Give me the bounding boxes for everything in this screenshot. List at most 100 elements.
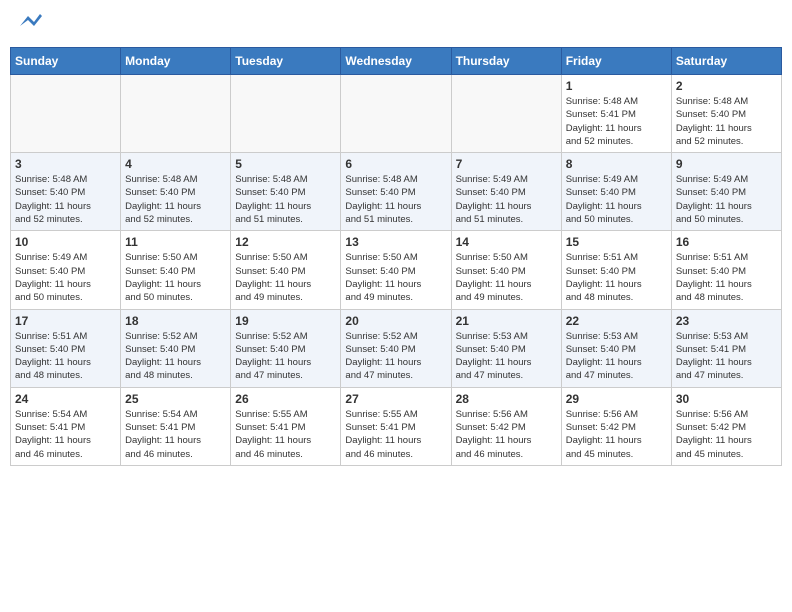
calendar-cell: 16 Sunrise: 5:51 AMSunset: 5:40 PMDayligh… — [671, 231, 781, 309]
day-info: Sunrise: 5:50 AMSunset: 5:40 PMDaylight:… — [345, 251, 446, 304]
day-number: 9 — [676, 157, 777, 171]
day-info: Sunrise: 5:56 AMSunset: 5:42 PMDaylight:… — [456, 408, 557, 461]
calendar-cell: 25 Sunrise: 5:54 AMSunset: 5:41 PMDayligh… — [121, 387, 231, 465]
day-number: 17 — [15, 314, 116, 328]
day-info: Sunrise: 5:51 AMSunset: 5:40 PMDaylight:… — [676, 251, 777, 304]
day-number: 30 — [676, 392, 777, 406]
day-info: Sunrise: 5:51 AMSunset: 5:40 PMDaylight:… — [15, 330, 116, 383]
calendar-table: SundayMondayTuesdayWednesdayThursdayFrid… — [10, 47, 782, 466]
calendar-header-row: SundayMondayTuesdayWednesdayThursdayFrid… — [11, 48, 782, 75]
col-header-sunday: Sunday — [11, 48, 121, 75]
calendar-cell: 24Sunrise: 5:54 AMSunset: 5:41 PMDayligh… — [11, 387, 121, 465]
day-info: Sunrise: 5:51 AMSunset: 5:40 PMDaylight:… — [566, 251, 667, 304]
day-number: 29 — [566, 392, 667, 406]
day-number: 19 — [235, 314, 336, 328]
day-info: Sunrise: 5:52 AMSunset: 5:40 PMDaylight:… — [125, 330, 226, 383]
col-header-wednesday: Wednesday — [341, 48, 451, 75]
calendar-cell: 7Sunrise: 5:49 AMSunset: 5:40 PMDaylight… — [451, 153, 561, 231]
calendar-cell: 3 Sunrise: 5:48 AMSunset: 5:40 PMDaylight… — [11, 153, 121, 231]
day-number: 5 — [235, 157, 336, 171]
calendar-week-row: 3 Sunrise: 5:48 AMSunset: 5:40 PMDaylight… — [11, 153, 782, 231]
day-info: Sunrise: 5:53 AMSunset: 5:41 PMDaylight:… — [676, 330, 777, 383]
calendar-cell: 27 Sunrise: 5:55 AMSunset: 5:41 PMDayligh… — [341, 387, 451, 465]
calendar-cell: 20 Sunrise: 5:52 AMSunset: 5:40 PMDayligh… — [341, 309, 451, 387]
day-number: 28 — [456, 392, 557, 406]
calendar-cell: 17 Sunrise: 5:51 AMSunset: 5:40 PMDayligh… — [11, 309, 121, 387]
day-number: 25 — [125, 392, 226, 406]
day-number: 23 — [676, 314, 777, 328]
day-info: Sunrise: 5:48 AMSunset: 5:41 PMDaylight:… — [566, 95, 667, 148]
day-number: 15 — [566, 235, 667, 249]
calendar-cell: 2 Sunrise: 5:48 AMSunset: 5:40 PMDaylight… — [671, 75, 781, 153]
calendar-cell: 26 Sunrise: 5:55 AMSunset: 5:41 PMDayligh… — [231, 387, 341, 465]
day-number: 7 — [456, 157, 557, 171]
day-info: Sunrise: 5:56 AMSunset: 5:42 PMDaylight:… — [676, 408, 777, 461]
day-number: 27 — [345, 392, 446, 406]
day-info: Sunrise: 5:48 AMSunset: 5:40 PMDaylight:… — [235, 173, 336, 226]
calendar-cell — [231, 75, 341, 153]
col-header-tuesday: Tuesday — [231, 48, 341, 75]
calendar-cell: 30 Sunrise: 5:56 AMSunset: 5:42 PMDayligh… — [671, 387, 781, 465]
calendar-week-row: 24 Sunrise: 5:54 AMSunset: 5:41 PMDayligh… — [11, 387, 782, 465]
day-number: 11 — [125, 235, 226, 249]
day-number: 24 — [15, 392, 116, 406]
logo — [18, 14, 42, 35]
calendar-cell: 5 Sunrise: 5:48 AMSunset: 5:40 PMDaylight… — [231, 153, 341, 231]
day-info: Sunrise: 5:53 AMSunset: 5:40 PMDaylight:… — [456, 330, 557, 383]
page-header — [10, 10, 782, 39]
day-number: 8 — [566, 157, 667, 171]
day-info: Sunrise: 5:49 AMSunset: 5:40 PMDaylight:… — [676, 173, 777, 226]
calendar-cell: 8Sunrise: 5:49 AMSunset: 5:40 PMDaylight… — [561, 153, 671, 231]
day-info: Sunrise: 5:48 AMSunset: 5:40 PMDaylight:… — [125, 173, 226, 226]
calendar-cell — [11, 75, 121, 153]
day-number: 16 — [676, 235, 777, 249]
day-number: 3 — [15, 157, 116, 171]
calendar-cell: 15 Sunrise: 5:51 AMSunset: 5:40 PMDayligh… — [561, 231, 671, 309]
day-info: Sunrise: 5:50 AMSunset: 5:40 PMDaylight:… — [456, 251, 557, 304]
calendar-cell: 6Sunrise: 5:48 AMSunset: 5:40 PMDaylight… — [341, 153, 451, 231]
logo-bird-icon — [20, 12, 42, 30]
calendar-cell: 19 Sunrise: 5:52 AMSunset: 5:40 PMDayligh… — [231, 309, 341, 387]
day-number: 20 — [345, 314, 446, 328]
calendar-cell: 13 Sunrise: 5:50 AMSunset: 5:40 PMDayligh… — [341, 231, 451, 309]
calendar-cell: 22Sunrise: 5:53 AMSunset: 5:40 PMDayligh… — [561, 309, 671, 387]
day-info: Sunrise: 5:54 AMSunset: 5:41 PMDaylight:… — [125, 408, 226, 461]
col-header-saturday: Saturday — [671, 48, 781, 75]
day-info: Sunrise: 5:55 AMSunset: 5:41 PMDaylight:… — [345, 408, 446, 461]
day-info: Sunrise: 5:56 AMSunset: 5:42 PMDaylight:… — [566, 408, 667, 461]
calendar-cell — [121, 75, 231, 153]
calendar-cell: 23 Sunrise: 5:53 AMSunset: 5:41 PMDayligh… — [671, 309, 781, 387]
day-info: Sunrise: 5:50 AMSunset: 5:40 PMDaylight:… — [125, 251, 226, 304]
day-number: 2 — [676, 79, 777, 93]
day-info: Sunrise: 5:48 AMSunset: 5:40 PMDaylight:… — [345, 173, 446, 226]
calendar-cell: 12 Sunrise: 5:50 AMSunset: 5:40 PMDayligh… — [231, 231, 341, 309]
day-info: Sunrise: 5:48 AMSunset: 5:40 PMDaylight:… — [15, 173, 116, 226]
calendar-cell: 18 Sunrise: 5:52 AMSunset: 5:40 PMDayligh… — [121, 309, 231, 387]
day-number: 13 — [345, 235, 446, 249]
calendar-cell: 28 Sunrise: 5:56 AMSunset: 5:42 PMDayligh… — [451, 387, 561, 465]
day-info: Sunrise: 5:52 AMSunset: 5:40 PMDaylight:… — [345, 330, 446, 383]
day-info: Sunrise: 5:52 AMSunset: 5:40 PMDaylight:… — [235, 330, 336, 383]
day-number: 4 — [125, 157, 226, 171]
day-number: 21 — [456, 314, 557, 328]
calendar-cell: 11 Sunrise: 5:50 AMSunset: 5:40 PMDayligh… — [121, 231, 231, 309]
calendar-cell: 10Sunrise: 5:49 AMSunset: 5:40 PMDayligh… — [11, 231, 121, 309]
col-header-friday: Friday — [561, 48, 671, 75]
day-number: 22 — [566, 314, 667, 328]
calendar-cell: 29 Sunrise: 5:56 AMSunset: 5:42 PMDayligh… — [561, 387, 671, 465]
calendar-week-row: 17 Sunrise: 5:51 AMSunset: 5:40 PMDayligh… — [11, 309, 782, 387]
calendar-cell — [451, 75, 561, 153]
day-info: Sunrise: 5:49 AMSunset: 5:40 PMDaylight:… — [15, 251, 116, 304]
day-info: Sunrise: 5:48 AMSunset: 5:40 PMDaylight:… — [676, 95, 777, 148]
col-header-thursday: Thursday — [451, 48, 561, 75]
day-number: 26 — [235, 392, 336, 406]
day-info: Sunrise: 5:50 AMSunset: 5:40 PMDaylight:… — [235, 251, 336, 304]
calendar-cell: 9 Sunrise: 5:49 AMSunset: 5:40 PMDaylight… — [671, 153, 781, 231]
day-number: 18 — [125, 314, 226, 328]
calendar-cell: 1Sunrise: 5:48 AMSunset: 5:41 PMDaylight… — [561, 75, 671, 153]
day-info: Sunrise: 5:55 AMSunset: 5:41 PMDaylight:… — [235, 408, 336, 461]
day-number: 14 — [456, 235, 557, 249]
day-number: 12 — [235, 235, 336, 249]
calendar-cell: 4 Sunrise: 5:48 AMSunset: 5:40 PMDaylight… — [121, 153, 231, 231]
calendar-cell: 14 Sunrise: 5:50 AMSunset: 5:40 PMDayligh… — [451, 231, 561, 309]
